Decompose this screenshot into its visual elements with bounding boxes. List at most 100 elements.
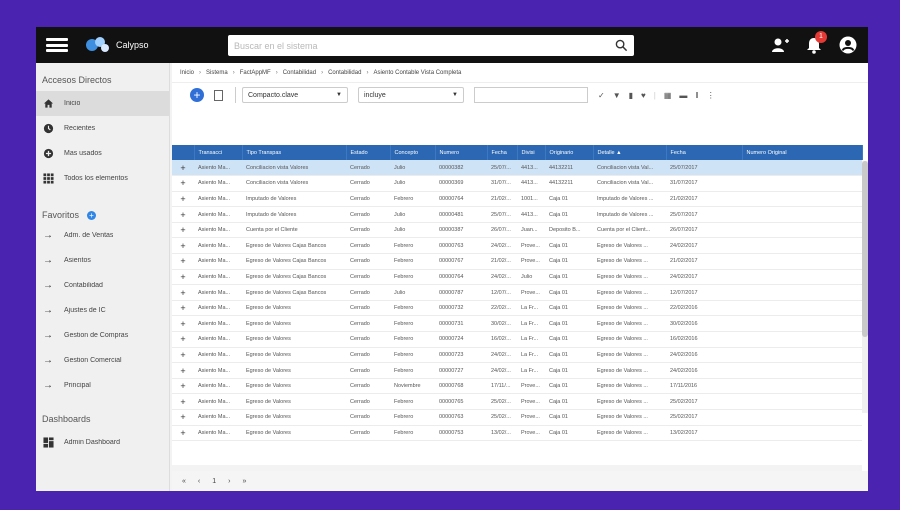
first-page-button[interactable]: « [182, 478, 186, 485]
table-cell: Egreso de Valores ... [593, 315, 666, 333]
expand-row-icon[interactable]: + [172, 237, 194, 255]
table-row[interactable]: + Asiento Ma... Conciliacion vista Valores… [172, 160, 862, 177]
column-header[interactable]: Estado [346, 145, 391, 160]
table-cell: Cerrado [346, 269, 390, 286]
sidebar-item-gestion-compras[interactable]: → Gestion de Compras [36, 323, 169, 348]
column-header[interactable]: Divisi [517, 145, 546, 160]
rows-icon[interactable]: ▬ [679, 91, 687, 100]
expand-row-icon[interactable]: + [172, 222, 194, 239]
prev-page-button[interactable]: ‹ [198, 478, 200, 485]
table-cell: Egreso de Valores Cajas Bancos [242, 237, 346, 255]
table-cell: Cuenta por el Client... [593, 222, 666, 239]
table-row[interactable]: + Asiento Ma... Egreso de Valores Cerrado Fe… [172, 300, 862, 317]
breadcrumb-item[interactable]: Contabilidad [328, 70, 361, 76]
expand-row-icon[interactable]: + [172, 393, 194, 410]
account-icon[interactable] [838, 35, 858, 55]
table-row[interactable]: + Asiento Ma... Egreso de Valores Cerrado No… [172, 378, 862, 395]
filter-value-input[interactable] [474, 87, 588, 103]
table-row[interactable]: + Asiento Ma... Egreso de Valores Cerrado Fe… [172, 409, 862, 426]
sidebar-item-contabilidad[interactable]: → Contabilidad [36, 273, 169, 298]
table-row[interactable]: + Asiento Ma... Egreso de Valores Cerrado Fe… [172, 362, 862, 379]
column-header[interactable]: Numero [435, 145, 488, 160]
expand-row-icon[interactable]: + [172, 409, 194, 426]
current-page[interactable]: 1 [212, 478, 216, 485]
breadcrumb-item[interactable]: Inicio [180, 70, 194, 76]
table-row[interactable]: + Asiento Ma... Egreso de Valores Cerrado Fe… [172, 331, 862, 348]
expand-row-icon[interactable]: + [172, 331, 194, 348]
scrollbar-thumb[interactable] [862, 161, 868, 337]
user-add-icon[interactable] [770, 35, 790, 55]
sidebar-item-recientes[interactable]: Recientes [36, 116, 169, 141]
notifications-button[interactable]: 1 [804, 31, 827, 55]
sidebar-item-admin-dashboard[interactable]: Admin Dashboard [36, 430, 169, 455]
column-header[interactable]: Transacci [194, 145, 243, 160]
delete-icon[interactable]: ▮ [629, 91, 633, 100]
compact-icon[interactable]: ‖ [695, 91, 698, 100]
table-cell: 25/07/2017 [666, 160, 742, 177]
expand-row-icon[interactable]: + [172, 347, 194, 364]
table-row[interactable]: + Asiento Ma... Egreso de Valores Cerrado Fe… [172, 347, 862, 364]
add-favorite-icon[interactable]: + [87, 210, 97, 220]
expand-row-icon[interactable]: + [172, 253, 194, 270]
home-icon [42, 98, 54, 110]
table-row[interactable]: + Asiento Ma... Egreso de Valores Cajas Ba… [172, 237, 862, 255]
column-header[interactable]: Concepto [390, 145, 436, 160]
table-row[interactable]: + Asiento Ma... Imputado de Valores Cerrado… [172, 206, 862, 223]
search-input[interactable] [228, 36, 598, 55]
table-row[interactable]: + Asiento Ma... Egreso de Valores Cerrado Fe… [172, 425, 862, 442]
column-header[interactable]: Originario [545, 145, 594, 160]
favorite-icon[interactable]: ♥ [641, 91, 646, 100]
sidebar-item-principal[interactable]: → Principal [36, 373, 169, 398]
table-row[interactable]: + Asiento Ma... Egreso de Valores Cerrado Fe… [172, 393, 862, 410]
expand-row-icon[interactable]: + [172, 425, 194, 442]
sidebar-item-todos-los-elementos[interactable]: Todos los elementos [36, 166, 169, 191]
sidebar-item-inicio[interactable]: Inicio [36, 91, 169, 116]
sidebar-item-ajustes-ic[interactable]: → Ajustes de IC [36, 298, 169, 323]
expand-row-icon[interactable]: + [172, 160, 194, 177]
expand-row-icon[interactable]: + [172, 284, 194, 301]
table-row[interactable]: + Asiento Ma... Cuenta por el Cliente Cerra… [172, 222, 862, 239]
filter-icon[interactable]: ▼ [613, 91, 621, 100]
filter-operator-select[interactable]: incluye ▼ [358, 87, 464, 103]
sidebar-item-mas-usados[interactable]: Mas usados [36, 141, 169, 166]
sidebar-item-asientos[interactable]: → Asientos [36, 248, 169, 273]
expand-row-icon[interactable]: + [172, 362, 194, 379]
app-logo[interactable]: Calypso [86, 37, 149, 53]
expand-row-icon[interactable]: + [172, 269, 194, 286]
column-header[interactable]: Fecha [487, 145, 518, 160]
table-row[interactable]: + Asiento Ma... Conciliacion vista Valores… [172, 175, 862, 192]
last-page-button[interactable]: » [243, 478, 247, 485]
search-icon[interactable] [615, 39, 628, 52]
expand-row-icon[interactable]: + [172, 315, 194, 333]
expand-row-icon[interactable]: + [172, 175, 194, 192]
table-row[interactable]: + Asiento Ma... Egreso de Valores Cajas Ba… [172, 269, 862, 286]
table-row[interactable]: + Asiento Ma... Imputado de Valores Cerrado… [172, 191, 862, 208]
column-header[interactable] [172, 145, 195, 160]
expand-row-icon[interactable]: + [172, 191, 194, 208]
expand-row-icon[interactable]: + [172, 300, 194, 317]
document-icon[interactable] [214, 89, 223, 101]
expand-row-icon[interactable]: + [172, 206, 194, 223]
add-record-button[interactable]: + [190, 88, 204, 102]
vertical-scrollbar[interactable] [862, 161, 868, 413]
view-select[interactable]: Compacto.clave ▼ [242, 87, 348, 103]
check-icon[interactable]: ✓ [598, 91, 605, 100]
sidebar-item-adm-ventas[interactable]: → Adm. de Ventas [36, 223, 169, 248]
hamburger-menu-icon[interactable] [46, 38, 68, 52]
column-header[interactable]: Numero Original [742, 145, 863, 160]
table-row[interactable]: + Asiento Ma... Egreso de Valores Cajas Ba… [172, 253, 862, 270]
table-row[interactable]: + Asiento Ma... Egreso de Valores Cajas Ba… [172, 284, 862, 301]
expand-row-icon[interactable]: + [172, 378, 194, 395]
column-header[interactable]: Tipo Transpas [242, 145, 347, 160]
breadcrumb-item[interactable]: Contabilidad [283, 70, 316, 76]
next-page-button[interactable]: › [228, 478, 230, 485]
sidebar-item-gestion-comercial[interactable]: → Gestion Comercial [36, 348, 169, 373]
columns-icon[interactable]: ▦ [664, 91, 672, 100]
table-row[interactable]: + Asiento Ma... Egreso de Valores Cerrado Fe… [172, 315, 862, 333]
toolbar: + Compacto.clave ▼ incluye ▼ ✓ ▼ ▮ ♥ | ▦… [172, 83, 868, 107]
column-header[interactable]: Fecha [666, 145, 743, 160]
breadcrumb-item[interactable]: FactAppMF [240, 70, 271, 76]
column-header[interactable]: Detalle ▲ [593, 145, 667, 160]
breadcrumb-item[interactable]: Sistema [206, 70, 228, 76]
more-icon[interactable]: ⋮ [707, 91, 715, 100]
